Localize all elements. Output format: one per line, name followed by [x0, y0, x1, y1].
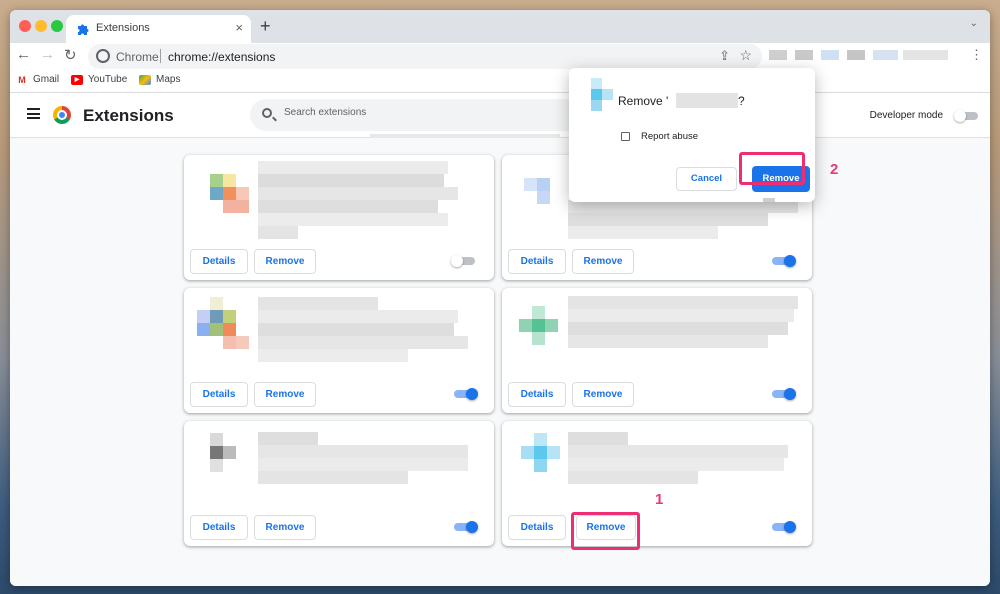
details-button[interactable]: Details [508, 249, 566, 274]
puzzle-icon [78, 24, 89, 35]
highlight-box-step2 [739, 152, 805, 185]
blurred-extension-name [676, 93, 738, 108]
bookmark-label: Maps [156, 74, 181, 85]
details-button[interactable]: Details [508, 515, 566, 540]
extension-enable-toggle[interactable] [451, 255, 475, 267]
extension-card: Details Remove [184, 288, 494, 413]
profile-avatar[interactable] [873, 50, 898, 60]
page-title: Extensions [83, 106, 174, 125]
details-button[interactable]: Details [190, 382, 248, 407]
origin-label: Chrome [116, 50, 159, 64]
browser-window: Extensions × + ⌄ ← → ↻ Chrome chrome://e… [10, 10, 990, 586]
dialog-title: Remove ' [618, 94, 669, 108]
blurred-badge [763, 198, 775, 202]
maximize-window-button[interactable] [51, 20, 63, 32]
extension-card: Details Remove [184, 155, 494, 280]
new-tab-button[interactable]: + [260, 16, 271, 37]
maps-icon [139, 74, 151, 85]
search-input[interactable] [284, 107, 574, 118]
forward-button[interactable]: → [40, 46, 55, 63]
extension-enable-toggle[interactable] [454, 521, 478, 533]
tab-title: Extensions [96, 22, 150, 34]
extension-icon[interactable] [821, 50, 839, 60]
extensions-list: Details Remove Details Remove Details Re… [10, 138, 990, 586]
share-icon[interactable]: ⇪ [719, 48, 730, 64]
extension-icon[interactable] [903, 50, 948, 60]
bookmark-star-icon[interactable]: ☆ [739, 47, 752, 64]
remove-button[interactable]: Remove [254, 382, 316, 407]
remove-button[interactable]: Remove [254, 249, 316, 274]
extension-card: Details Remove [184, 421, 494, 546]
toolbar: ← → ↻ Chrome chrome://extensions ⇪ ☆ ⋮ [10, 43, 990, 69]
search-box[interactable] [250, 99, 590, 131]
extension-enable-toggle[interactable] [772, 255, 796, 267]
url-text: chrome://extensions [168, 50, 276, 64]
bookmark-youtube[interactable]: ▶ YouTube [71, 74, 127, 85]
chrome-logo-icon [53, 106, 71, 124]
reload-button[interactable]: ↻ [64, 46, 77, 64]
extension-icon[interactable] [847, 50, 865, 60]
tab-extensions[interactable]: Extensions × [66, 15, 251, 43]
extension-icon[interactable] [769, 50, 787, 60]
remove-button[interactable]: Remove [572, 382, 634, 407]
dialog-title-suffix: ? [738, 94, 745, 108]
remove-button[interactable]: Remove [572, 249, 634, 274]
chevron-down-icon[interactable]: ⌄ [970, 18, 978, 29]
address-bar[interactable]: Chrome chrome://extensions ⇪ ☆ [88, 44, 762, 69]
step-number-1: 1 [655, 491, 664, 508]
extension-enable-toggle[interactable] [772, 521, 796, 533]
extension-enable-toggle[interactable] [454, 388, 478, 400]
chrome-site-icon [96, 49, 110, 63]
highlight-box-step1 [571, 512, 640, 550]
extension-card: Details Remove [502, 421, 812, 546]
cancel-button[interactable]: Cancel [676, 167, 737, 191]
developer-mode-label: Developer mode [869, 110, 943, 121]
step-number-2: 2 [830, 161, 839, 178]
tab-close-icon[interactable]: × [235, 20, 243, 35]
search-icon [262, 108, 272, 118]
menu-icon[interactable] [27, 108, 40, 119]
extension-enable-toggle[interactable] [772, 388, 796, 400]
remove-button[interactable]: Remove [254, 515, 316, 540]
gmail-icon: M [18, 74, 26, 85]
details-button[interactable]: Details [190, 249, 248, 274]
report-abuse-label: Report abuse [641, 131, 699, 142]
developer-mode-toggle[interactable] [954, 110, 978, 122]
bookmarks-bar: M Gmail ▶ YouTube Maps [10, 69, 990, 93]
details-button[interactable]: Details [508, 382, 566, 407]
bookmark-gmail[interactable]: M Gmail [16, 74, 59, 85]
bookmark-label: Gmail [33, 74, 60, 85]
more-menu-icon[interactable]: ⋮ [970, 47, 983, 63]
bookmark-label: YouTube [88, 74, 128, 85]
close-window-button[interactable] [19, 20, 31, 32]
details-button[interactable]: Details [190, 515, 248, 540]
tab-strip: Extensions × + ⌄ [10, 10, 990, 43]
bookmark-maps[interactable]: Maps [139, 74, 180, 85]
report-abuse-checkbox[interactable] [621, 132, 630, 141]
extension-card: Details Remove [502, 288, 812, 413]
extensions-header: Extensions Developer mode [10, 94, 990, 140]
minimize-window-button[interactable] [35, 20, 47, 32]
back-button[interactable]: ← [16, 46, 31, 63]
extension-icon[interactable] [795, 50, 813, 60]
separator [160, 49, 161, 63]
youtube-icon: ▶ [71, 74, 83, 85]
